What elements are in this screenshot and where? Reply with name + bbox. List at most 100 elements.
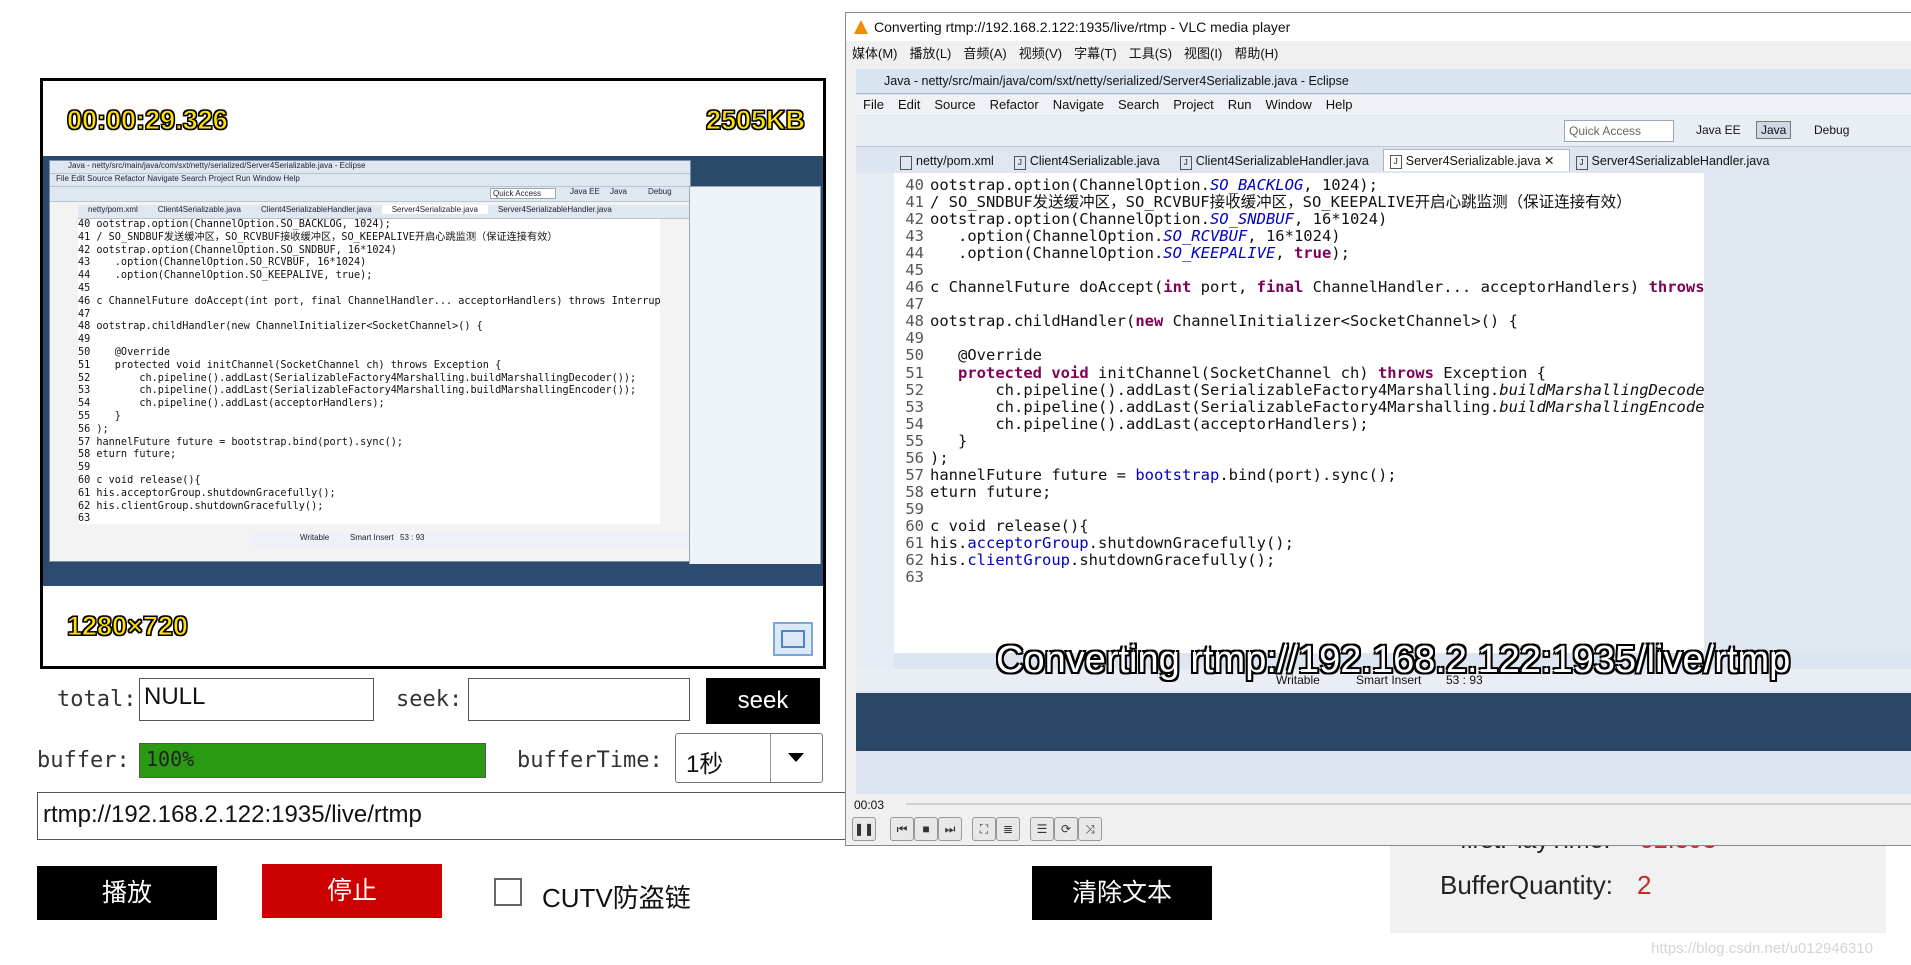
tab-pom: netty/pom.xml [894, 151, 1008, 171]
vlc-menu-bar: 媒体(M) 播放(L) 音频(A) 视频(V) 字幕(T) 工具(S) 视图(I) 帮助(H) [846, 43, 1911, 65]
vlc-video-area: Java - netty/src/main/java/com/sxt/netty… [856, 69, 1911, 794]
vlc-elapsed-time: 00:03 [854, 798, 885, 812]
stream-url-input[interactable]: rtmp://192.168.2.122:1935/live/rtmp [37, 792, 892, 840]
pause-icon[interactable]: ❚❚ [852, 817, 876, 841]
cutv-checkbox[interactable] [494, 878, 522, 906]
eclipse-menu-bar: File Edit Source Refactor Navigate Search Proj… [856, 95, 1911, 115]
mini-code-line: 45 [78, 282, 91, 294]
mini-code-line: 60 c void release(){ [78, 474, 201, 486]
buffer-quantity-value: 2 [1637, 870, 1652, 900]
mini-code-line: 63 [78, 513, 91, 524]
vlc-title-bar: Converting rtmp://192.168.2.122:1935/liv… [846, 13, 1911, 41]
vlc-cone-icon [854, 20, 868, 34]
perspective-javaee: Java EE [1696, 123, 1741, 137]
java-file-icon: J [1389, 155, 1402, 169]
next-icon[interactable]: ⏭ [938, 817, 962, 841]
code-lines: 40 ootstrap.option(ChannelOption.SO_BACKL… [905, 176, 1704, 587]
perspective-java: Java [1756, 121, 1792, 139]
eclipse-menu-search: Search [1118, 97, 1160, 112]
mini-code-line: 56 ); [78, 423, 109, 435]
eclipse-menu-source: Source [934, 97, 976, 112]
mini-code-line: 52 ch.pipeline().addLast(SerializableFac… [78, 372, 637, 384]
total-label: total: [57, 687, 137, 712]
vlc-converting-overlay: Converting rtmp://192.168.2.122:1935/liv… [996, 639, 1791, 681]
mini-eclipse-title: Java - netty/src/main/java/com/sxt/netty… [50, 161, 690, 174]
mini-code-editor: 40 ootstrap.option(ChannelOption.SO_BACK… [78, 219, 660, 524]
equalizer-icon[interactable]: ≣ [996, 817, 1020, 841]
player-resolution-overlay: 1280×720 [67, 611, 189, 642]
vlc-menu-playback[interactable]: 播放(L) [904, 46, 958, 61]
tab-server-handler: J Server4SerializableHandler.java [1570, 151, 1784, 171]
mini-code-line: 51 protected void initChannel(SocketChan… [78, 359, 502, 371]
fullscreen-toggle-icon[interactable]: ⛶ [972, 817, 996, 841]
eclipse-menu-file: File [863, 97, 884, 112]
loop-icon[interactable]: ⟳ [1054, 817, 1078, 841]
vlc-seek-bar[interactable] [906, 803, 1911, 805]
recorded-taskbar [856, 693, 1911, 751]
eclipse-menu-run: Run [1227, 97, 1252, 112]
eclipse-menu-project: Project [1173, 97, 1214, 112]
vlc-menu-tools[interactable]: 工具(S) [1123, 46, 1178, 61]
mini-code-line: 62 his.clientGroup.shutdownGracefully(); [78, 500, 324, 512]
clear-text-button[interactable]: 清除文本 [1032, 866, 1212, 920]
buffer-quantity-label: BufferQuantity: [1440, 870, 1613, 900]
shuffle-icon[interactable]: ⤨ [1078, 817, 1102, 841]
buffer-time-value: 1秒 [686, 751, 724, 778]
player-time-overlay: 00:00:29.326 [67, 105, 229, 136]
mini-code-line: 58 eturn future; [78, 449, 177, 461]
mini-eclipse-toolbar: Quick Access Java EE Java Debug [50, 187, 690, 202]
total-field[interactable]: NULL [139, 678, 374, 721]
vlc-menu-view[interactable]: 视图(I) [1178, 46, 1228, 61]
xml-file-icon [900, 156, 912, 170]
mini-code-line: 55 } [78, 410, 121, 422]
vlc-menu-media[interactable]: 媒体(M) [846, 46, 904, 61]
eclipse-menu-edit: Edit [897, 97, 921, 112]
java-file-icon: J [1013, 156, 1026, 170]
perspective-debug: Debug [1814, 123, 1850, 137]
mini-code-line: 42 ootstrap.option(ChannelOption.SO_SNDB… [78, 244, 397, 256]
mini-code-line: 54 ch.pipeline().addLast(acceptorHandler… [78, 398, 385, 410]
playlist-icon[interactable]: ☰ [1030, 817, 1054, 841]
buffer-progress-text: 100% [146, 747, 195, 771]
mini-code-line: 47 [78, 308, 91, 320]
buffer-label: buffer: [37, 748, 130, 773]
vlc-menu-subtitle[interactable]: 字幕(T) [1068, 46, 1123, 61]
code-editor: 40 ootstrap.option(ChannelOption.SO_BACKL… [894, 173, 1704, 653]
mini-code-line: 59 [78, 462, 91, 474]
player-size-overlay: 2505KB [705, 105, 805, 136]
mini-eclipse-menu: File Edit Source Refactor Navigate Searc… [50, 174, 690, 187]
mini-code-line: 53 ch.pipeline().addLast(SerializableFac… [78, 385, 637, 397]
player-video-frame: Java - netty/src/main/java/com/sxt/netty… [43, 156, 823, 586]
tab-client-handler: J Client4SerializableHandler.java [1174, 151, 1383, 171]
play-button[interactable]: 播放 [37, 866, 217, 920]
previous-icon[interactable]: ⏮ [890, 817, 914, 841]
eclipse-menu-navigate: Navigate [1052, 97, 1105, 112]
mini-code-line: 40 ootstrap.option(ChannelOption.SO_BACK… [78, 219, 391, 230]
mini-code-line: 61 his.acceptorGroup.shutdownGracefully(… [78, 487, 336, 499]
chevron-down-icon [788, 753, 804, 762]
buffer-time-select[interactable]: 1秒 [675, 733, 823, 783]
java-file-icon: J [1575, 156, 1588, 170]
seek-field[interactable] [468, 678, 690, 721]
mini-eclipse-tabs: netty/pom.xml Client4Serializable.java Cli… [78, 205, 690, 219]
mini-code-line: 50 @Override [78, 346, 171, 358]
stop-icon[interactable]: ■ [914, 817, 938, 841]
quick-access-field: Quick Access [1564, 120, 1674, 142]
watermark: https://blog.csdn.net/u012946310 [1651, 940, 1873, 957]
mini-code-line: 41 / SO_SNDBUF发送缓冲区，SO_RCVBUF接收缓冲区，SO_KE… [78, 231, 558, 243]
vlc-title: Converting rtmp://192.168.2.122:1935/liv… [874, 19, 1291, 35]
video-player[interactable]: Java - netty/src/main/java/com/sxt/netty… [40, 78, 826, 669]
vlc-menu-help[interactable]: 帮助(H) [1228, 46, 1284, 61]
java-file-icon: J [1179, 156, 1192, 170]
seek-label: seek: [396, 687, 463, 712]
mini-code-line: 57 hannelFuture future = bootstrap.bind(… [78, 436, 404, 448]
eclipse-left-trim [856, 173, 894, 673]
eclipse-menu-refactor: Refactor [989, 97, 1039, 112]
vlc-menu-audio[interactable]: 音频(A) [957, 46, 1012, 61]
fullscreen-icon[interactable] [773, 622, 813, 656]
vlc-menu-video[interactable]: 视频(V) [1013, 46, 1068, 61]
eclipse-editor-tabs: netty/pom.xml J Client4Serializable.java J C… [894, 149, 1911, 173]
mini-code-line: 46 c ChannelFuture doAccept(int port, fi… [78, 295, 660, 307]
seek-button[interactable]: seek [706, 678, 820, 724]
stop-button[interactable]: 停止 [262, 864, 442, 918]
